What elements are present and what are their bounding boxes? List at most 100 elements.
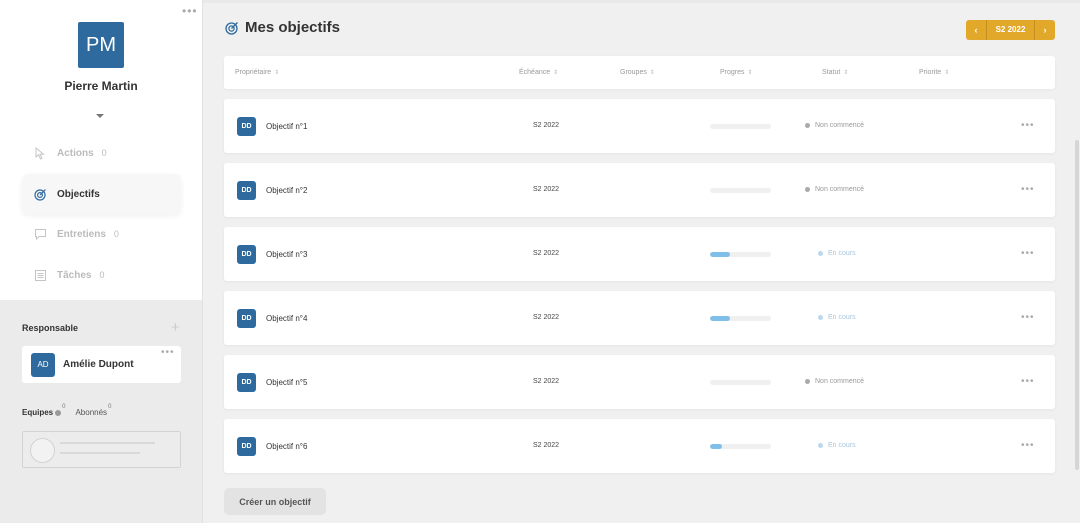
progress-bar [710,124,771,129]
sidebar-item-taches[interactable]: Tâches 0 [22,255,181,295]
sidebar-item-objectifs[interactable]: Objectifs [22,174,181,214]
sidebar-item-count: 0 [113,229,119,239]
row-more-icon[interactable]: ••• [1021,184,1035,195]
status-dot-icon [818,443,823,448]
avatar: DD [237,245,256,264]
objective-due-date: S2 2022 [533,250,560,257]
status-label: Non commencé [815,186,865,193]
avatar: AD [31,352,55,377]
progress-bar [710,316,771,321]
responsable-more-icon[interactable]: ••• [161,347,175,358]
sidebar-item-label: Entretiens [57,228,106,240]
column-status[interactable]: Statut ⇕ [822,69,848,76]
status-dot-icon [805,187,810,192]
status-badge: Non commencé [805,186,864,193]
abonnes-count: 0 [108,403,112,410]
objective-name[interactable]: Objectif n°5 [266,378,307,387]
chat-icon [34,228,47,241]
table-row[interactable]: DD Objectif n°2 S2 2022 Non commencé ••• [224,163,1055,217]
main-content: Mes objectifs ‹ S2 2022 › Propriétaire ⇕ … [203,0,1075,523]
info-icon [55,409,62,416]
objective-due-date: S2 2022 [533,314,560,321]
sidebar-item-actions[interactable]: Actions 0 [22,133,181,173]
objective-due-date: S2 2022 [533,442,560,449]
checklist-icon [34,269,47,282]
period-selector: ‹ S2 2022 › [966,20,1055,40]
tab-abonnes[interactable]: Abonnés [75,408,107,417]
objective-name[interactable]: Objectif n°4 [266,314,307,323]
status-label: Non commencé [815,122,865,129]
profile-dropdown-icon[interactable] [96,114,104,118]
responsable-title: Responsable [22,323,79,333]
table-row[interactable]: DD Objectif n°6 S2 2022 En cours ••• [224,419,1055,473]
profile-more-icon[interactable]: ••• [182,4,198,18]
tab-equipes[interactable]: Equipes [22,408,53,417]
sort-icon: ⇕ [274,70,280,76]
progress-bar [710,380,771,385]
target-icon [225,21,239,35]
teams-tabs: Equipes 0 Abonnés 0 [22,404,111,418]
column-groups[interactable]: Groupes ⇕ [620,69,655,76]
avatar: DD [237,437,256,456]
table-row[interactable]: DD Objectif n°1 S2 2022 Non commencé ••• [224,99,1055,153]
row-more-icon[interactable]: ••• [1021,312,1035,323]
objective-name[interactable]: Objectif n°6 [266,442,307,451]
page-title: Mes objectifs [245,19,341,36]
profile-card: ••• PM Pierre Martin Actions 0 Objectifs… [0,0,202,300]
column-owner[interactable]: Propriétaire ⇕ [235,69,279,76]
responsable-card[interactable]: AD Amélie Dupont [22,346,181,383]
page-header: Mes objectifs [225,19,340,36]
status-label: Non commencé [815,378,865,385]
sort-icon: ⇕ [649,70,655,76]
sort-icon: ⇕ [843,70,849,76]
sidebar: ••• PM Pierre Martin Actions 0 Objectifs… [0,0,203,523]
skeleton-avatar [30,438,55,463]
sidebar-item-label: Tâches [57,269,92,281]
profile-avatar: PM [78,22,124,68]
sidebar-item-label: Actions [57,147,94,159]
status-badge: En cours [818,314,856,321]
skeleton-line [60,442,155,444]
status-badge: En cours [818,250,856,257]
status-dot-icon [805,379,810,384]
skeleton-placeholder [22,431,181,468]
target-icon [34,188,47,201]
sidebar-item-count: 0 [99,270,105,280]
sort-icon: ⇕ [747,70,753,76]
avatar: DD [237,309,256,328]
column-due[interactable]: Échéance ⇕ [519,69,558,76]
objective-name[interactable]: Objectif n°2 [266,186,307,195]
table-row[interactable]: DD Objectif n°5 S2 2022 Non commencé ••• [224,355,1055,409]
avatar: DD [237,117,256,136]
chevron-left-icon[interactable]: ‹ [966,20,986,40]
create-objective-button[interactable]: Créer un objectif [224,488,326,515]
sidebar-item-entretiens[interactable]: Entretiens 0 [22,214,181,254]
responsable-name: Amélie Dupont [63,359,134,370]
objective-name[interactable]: Objectif n°1 [266,122,307,131]
row-more-icon[interactable]: ••• [1021,376,1035,387]
skeleton-line [60,452,140,454]
column-priority[interactable]: Priorite ⇕ [919,69,949,76]
row-more-icon[interactable]: ••• [1021,248,1035,259]
scrollbar[interactable] [1075,140,1079,470]
objective-due-date: S2 2022 [533,186,560,193]
row-more-icon[interactable]: ••• [1021,440,1035,451]
status-label: En cours [828,442,856,449]
progress-fill [710,444,723,449]
table-row[interactable]: DD Objectif n°4 S2 2022 En cours ••• [224,291,1055,345]
column-progress[interactable]: Progres ⇕ [720,69,753,76]
status-badge: Non commencé [805,378,864,385]
status-label: En cours [828,250,856,257]
status-badge: Non commencé [805,122,864,129]
status-badge: En cours [818,442,856,449]
chevron-right-icon[interactable]: › [1035,20,1055,40]
table-header: Propriétaire ⇕ Échéance ⇕ Groupes ⇕ Progres… [224,56,1055,89]
sort-icon: ⇕ [944,70,950,76]
objective-name[interactable]: Objectif n°3 [266,250,307,259]
add-responsable-icon[interactable]: + [171,319,180,336]
progress-bar [710,444,771,449]
period-label[interactable]: S2 2022 [986,20,1035,40]
row-more-icon[interactable]: ••• [1021,120,1035,131]
table-row[interactable]: DD Objectif n°3 S2 2022 En cours ••• [224,227,1055,281]
profile-name: Pierre Martin [64,79,138,93]
